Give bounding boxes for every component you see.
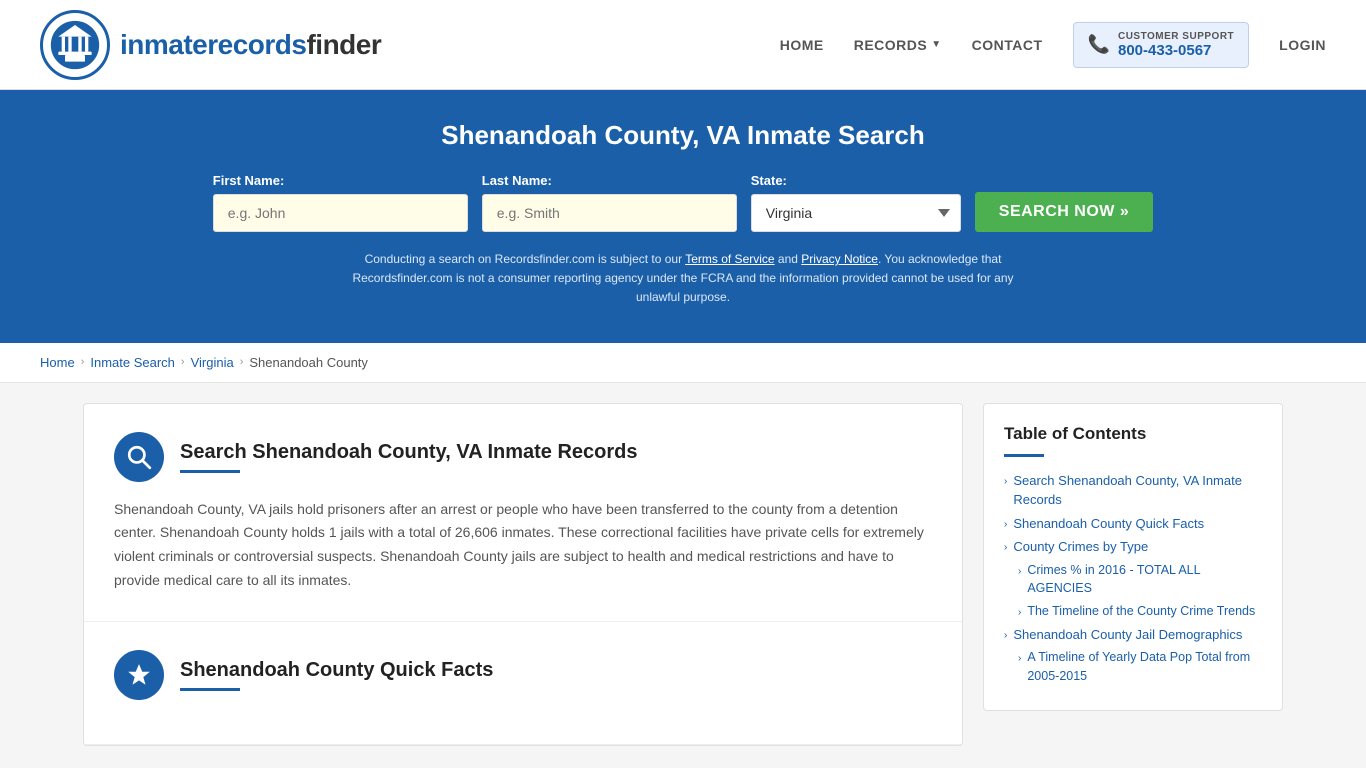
toc-item: › County Crimes by Type bbox=[1004, 537, 1262, 557]
toc-link[interactable]: › A Timeline of Yearly Data Pop Total fro… bbox=[1018, 648, 1262, 686]
support-label: CUSTOMER SUPPORT bbox=[1118, 31, 1234, 42]
search-section-icon bbox=[114, 432, 164, 482]
main-container: Search Shenandoah County, VA Inmate Reco… bbox=[43, 403, 1323, 746]
inmate-records-section: Search Shenandoah County, VA Inmate Reco… bbox=[84, 404, 962, 622]
toc-link[interactable]: › The Timeline of the County Crime Trends bbox=[1018, 602, 1262, 621]
inmate-records-header: Search Shenandoah County, VA Inmate Reco… bbox=[114, 432, 932, 482]
last-name-input[interactable] bbox=[482, 194, 737, 232]
quick-facts-header: Shenandoah County Quick Facts bbox=[114, 650, 932, 700]
toc-link-label: Shenandoah County Quick Facts bbox=[1013, 514, 1204, 534]
state-group: State: VirginiaAlabamaAlaskaArizonaArkan… bbox=[751, 173, 961, 232]
logo-finder-text: finder bbox=[306, 29, 381, 60]
chevron-right-icon: › bbox=[1004, 540, 1007, 555]
main-nav: HOME RECORDS ▼ CONTACT 📞 CUSTOMER SUPPOR… bbox=[780, 22, 1326, 68]
title-underline-2 bbox=[180, 688, 240, 691]
site-header: inmaterecordsfinder HOME RECORDS ▼ CONTA… bbox=[0, 0, 1366, 90]
quick-facts-section: Shenandoah County Quick Facts bbox=[84, 622, 962, 745]
toc-link-label: A Timeline of Yearly Data Pop Total from… bbox=[1027, 648, 1262, 686]
first-name-group: First Name: bbox=[213, 173, 468, 232]
support-phone: 800-433-0567 bbox=[1118, 42, 1234, 59]
quick-facts-title-wrap: Shenandoah County Quick Facts bbox=[180, 659, 493, 691]
toc-link[interactable]: › County Crimes by Type bbox=[1004, 537, 1262, 557]
toc-title: Table of Contents bbox=[1004, 424, 1262, 444]
toc-link[interactable]: › Shenandoah County Quick Facts bbox=[1004, 514, 1262, 534]
support-text-area: CUSTOMER SUPPORT 800-433-0567 bbox=[1118, 31, 1234, 59]
nav-records[interactable]: RECORDS ▼ bbox=[854, 37, 942, 53]
sidebar: Table of Contents › Search Shenandoah Cou… bbox=[983, 403, 1283, 711]
breadcrumb-inmate-search[interactable]: Inmate Search bbox=[90, 355, 175, 370]
first-name-label: First Name: bbox=[213, 173, 285, 188]
nav-records-label: RECORDS bbox=[854, 37, 928, 53]
state-select[interactable]: VirginiaAlabamaAlaskaArizonaArkansasCali… bbox=[751, 194, 961, 232]
breadcrumb-sep-3: › bbox=[240, 356, 244, 368]
quick-facts-icon bbox=[114, 650, 164, 700]
chevron-right-icon: › bbox=[1004, 474, 1007, 489]
last-name-group: Last Name: bbox=[482, 173, 737, 232]
chevron-right-icon: › bbox=[1004, 628, 1007, 643]
toc-divider bbox=[1004, 454, 1044, 457]
logo-area: inmaterecordsfinder bbox=[40, 10, 381, 80]
toc-link-label: Crimes % in 2016 - TOTAL ALL AGENCIES bbox=[1027, 561, 1262, 599]
privacy-link[interactable]: Privacy Notice bbox=[801, 252, 878, 266]
logo-main-text: inmaterecords bbox=[120, 29, 306, 60]
search-button[interactable]: SEARCH NOW » bbox=[975, 192, 1153, 232]
logo-text: inmaterecordsfinder bbox=[120, 29, 381, 61]
breadcrumb: Home › Inmate Search › Virginia › Shenan… bbox=[0, 343, 1366, 383]
toc-item: › Shenandoah County Jail Demographics bbox=[1004, 625, 1262, 645]
inmate-records-title-wrap: Search Shenandoah County, VA Inmate Reco… bbox=[180, 441, 638, 473]
quick-facts-title: Shenandoah County Quick Facts bbox=[180, 659, 493, 682]
inmate-records-body: Shenandoah County, VA jails hold prisone… bbox=[114, 498, 932, 593]
toc-link-label: Search Shenandoah County, VA Inmate Reco… bbox=[1013, 471, 1262, 510]
customer-support-box: 📞 CUSTOMER SUPPORT 800-433-0567 bbox=[1073, 22, 1250, 68]
toc-link-label: The Timeline of the County Crime Trends bbox=[1027, 602, 1255, 621]
toc-item: › Shenandoah County Quick Facts bbox=[1004, 514, 1262, 534]
last-name-label: Last Name: bbox=[482, 173, 552, 188]
breadcrumb-sep-1: › bbox=[81, 356, 85, 368]
hero-disclaimer: Conducting a search on Recordsfinder.com… bbox=[333, 250, 1033, 308]
nav-contact[interactable]: CONTACT bbox=[972, 37, 1043, 53]
hero-title: Shenandoah County, VA Inmate Search bbox=[40, 120, 1326, 151]
content-area: Search Shenandoah County, VA Inmate Reco… bbox=[83, 403, 963, 746]
toc-list: › Search Shenandoah County, VA Inmate Rec… bbox=[1004, 471, 1262, 686]
toc-link[interactable]: › Crimes % in 2016 - TOTAL ALL AGENCIES bbox=[1018, 561, 1262, 599]
breadcrumb-home[interactable]: Home bbox=[40, 355, 75, 370]
logo-icon bbox=[40, 10, 110, 80]
chevron-down-icon: ▼ bbox=[931, 39, 941, 50]
phone-icon: 📞 bbox=[1088, 34, 1110, 55]
state-label: State: bbox=[751, 173, 787, 188]
title-underline-1 bbox=[180, 470, 240, 473]
nav-home[interactable]: HOME bbox=[780, 37, 824, 53]
toc-link-label: County Crimes by Type bbox=[1013, 537, 1148, 557]
toc-link-label: Shenandoah County Jail Demographics bbox=[1013, 625, 1242, 645]
hero-section: Shenandoah County, VA Inmate Search Firs… bbox=[0, 90, 1366, 343]
breadcrumb-sep-2: › bbox=[181, 356, 185, 368]
tos-link[interactable]: Terms of Service bbox=[685, 252, 774, 266]
chevron-right-icon: › bbox=[1018, 605, 1021, 620]
chevron-right-icon: › bbox=[1018, 564, 1021, 579]
inmate-records-title: Search Shenandoah County, VA Inmate Reco… bbox=[180, 441, 638, 464]
toc-item: › Crimes % in 2016 - TOTAL ALL AGENCIES bbox=[1018, 561, 1262, 599]
toc-link[interactable]: › Search Shenandoah County, VA Inmate Rec… bbox=[1004, 471, 1262, 510]
search-form: First Name: Last Name: State: VirginiaAl… bbox=[40, 173, 1326, 232]
first-name-input[interactable] bbox=[213, 194, 468, 232]
breadcrumb-county: Shenandoah County bbox=[249, 355, 368, 370]
toc-item: › The Timeline of the County Crime Trends bbox=[1018, 602, 1262, 621]
chevron-right-icon: › bbox=[1004, 517, 1007, 532]
toc-item: › Search Shenandoah County, VA Inmate Rec… bbox=[1004, 471, 1262, 510]
toc-item: › A Timeline of Yearly Data Pop Total fro… bbox=[1018, 648, 1262, 686]
nav-login[interactable]: LOGIN bbox=[1279, 37, 1326, 53]
toc-link[interactable]: › Shenandoah County Jail Demographics bbox=[1004, 625, 1262, 645]
breadcrumb-state[interactable]: Virginia bbox=[191, 355, 234, 370]
chevron-right-icon: › bbox=[1018, 651, 1021, 666]
